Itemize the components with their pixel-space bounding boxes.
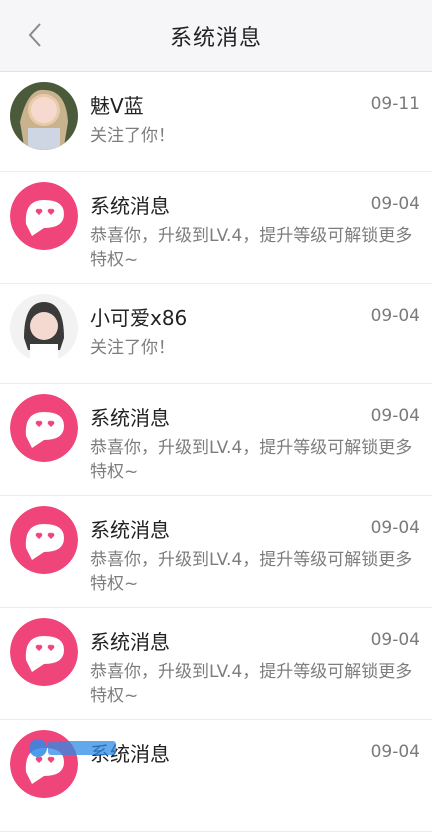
message-text: 恭喜你，升级到LV.4，提升等级可解锁更多特权~ xyxy=(90,224,414,272)
sender-name: 系统消息 xyxy=(90,402,170,431)
sender-name: 系统消息 xyxy=(90,626,170,655)
message-list: 魅V蓝 09-11 关注了你！ 系统消息 09-04 恭喜你，升级到LV.4，提… xyxy=(0,72,432,832)
message-text: 恭喜你，升级到LV.4，提升等级可解锁更多特权~ xyxy=(90,660,414,708)
site-watermark xyxy=(28,736,118,760)
message-item[interactable]: 系统消息 09-04 恭喜你，升级到LV.4，提升等级可解锁更多特权~ xyxy=(0,172,432,284)
message-item[interactable]: 魅V蓝 09-11 关注了你！ xyxy=(0,72,432,172)
gogo-logo-icon xyxy=(28,736,118,760)
heart-chat-bubble-icon xyxy=(10,618,78,686)
user-avatar[interactable] xyxy=(10,294,78,362)
page-title: 系统消息 xyxy=(170,20,262,52)
message-date: 09-04 xyxy=(371,630,420,650)
message-item[interactable]: 小可爱x86 09-04 关注了你！ xyxy=(0,284,432,384)
sender-name: 魅V蓝 xyxy=(90,90,144,119)
heart-chat-bubble-icon xyxy=(10,182,78,250)
heart-chat-bubble-icon xyxy=(10,506,78,574)
system-avatar[interactable] xyxy=(10,618,78,686)
sender-name: 小可爱x86 xyxy=(90,302,187,331)
message-date: 09-04 xyxy=(371,306,420,326)
back-icon[interactable] xyxy=(22,20,48,50)
sender-name: 系统消息 xyxy=(90,514,170,543)
message-text: 关注了你！ xyxy=(90,336,414,360)
message-item[interactable]: 系统消息 09-04 恭喜你，升级到LV.4，提升等级可解锁更多特权~ xyxy=(0,496,432,608)
message-date: 09-11 xyxy=(371,94,420,114)
system-avatar[interactable] xyxy=(10,394,78,462)
message-date: 09-04 xyxy=(371,194,420,214)
system-avatar[interactable] xyxy=(10,506,78,574)
message-text: 恭喜你，升级到LV.4，提升等级可解锁更多特权~ xyxy=(90,548,414,596)
message-date: 09-04 xyxy=(371,742,420,762)
message-item[interactable]: 系统消息 09-04 恭喜你，升级到LV.4，提升等级可解锁更多特权~ xyxy=(0,608,432,720)
message-date: 09-04 xyxy=(371,518,420,538)
message-date: 09-04 xyxy=(371,406,420,426)
message-text: 恭喜你，升级到LV.4，提升等级可解锁更多特权~ xyxy=(90,436,414,484)
message-item[interactable]: 系统消息 09-04 恭喜你，升级到LV.4，提升等级可解锁更多特权~ xyxy=(0,384,432,496)
sender-name: 系统消息 xyxy=(90,190,170,219)
system-avatar[interactable] xyxy=(10,182,78,250)
message-text: 关注了你！ xyxy=(90,124,414,148)
heart-chat-bubble-icon xyxy=(10,394,78,462)
user-avatar[interactable] xyxy=(10,82,78,150)
top-bar: 系统消息 xyxy=(0,0,432,72)
